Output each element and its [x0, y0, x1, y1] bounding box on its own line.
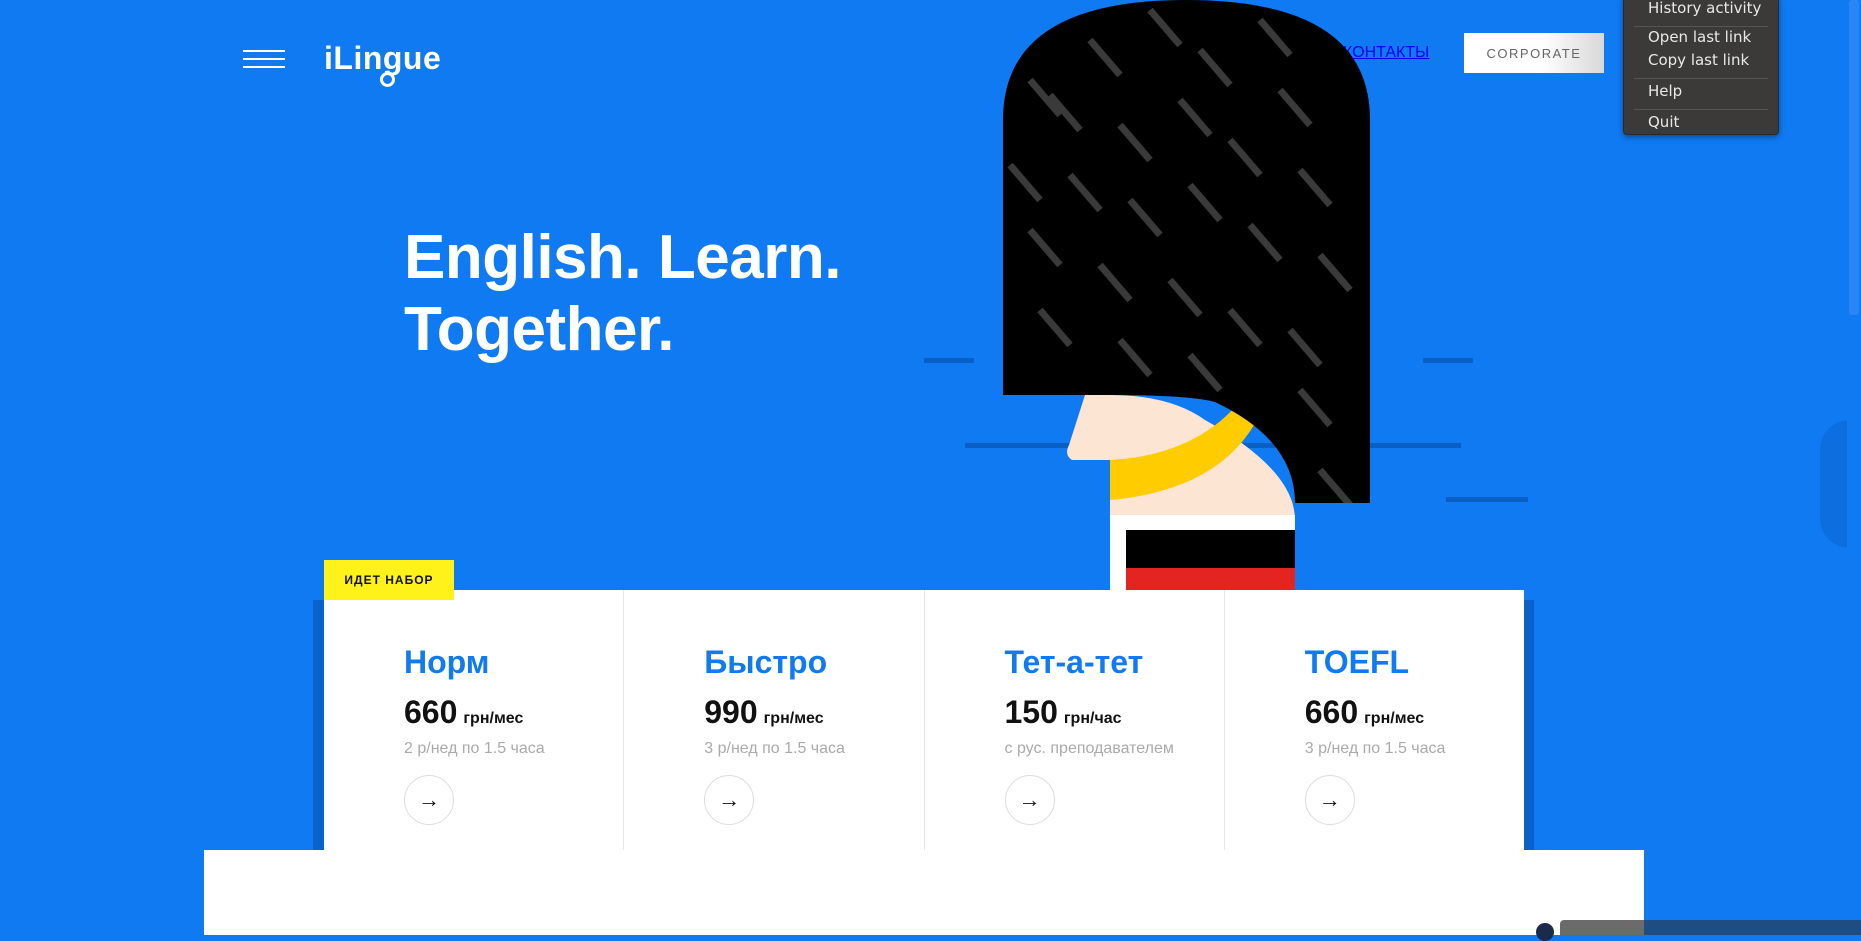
- plan-card-norm[interactable]: Норм 660 грн/мес 2 р/нед по 1.5 часа →: [324, 590, 625, 850]
- nav-take-test[interactable]: ПРОЙТИ ТЕСТ: [1093, 44, 1206, 62]
- page-scrollbar[interactable]: [1847, 0, 1861, 935]
- arrow-right-icon[interactable]: →: [1304, 775, 1355, 825]
- logo-ring-icon: [380, 72, 395, 87]
- plan-desc: 3 р/нед по 1.5 часа: [1304, 740, 1446, 757]
- menu-separator: [1634, 26, 1768, 27]
- menu-item-copy-last-link[interactable]: Copy last link: [1648, 51, 1749, 69]
- plan-desc: 3 р/нед по 1.5 часа: [704, 740, 845, 757]
- plan-card-tete-a-tete[interactable]: Тет-а-тет 150 грн/час с рус. преподавател…: [925, 590, 1225, 850]
- tray-context-menu: History activity Open last link Copy las…: [1623, 0, 1779, 135]
- scrollbar-thumb[interactable]: [1849, 0, 1859, 315]
- plan-price: 660 грн/мес: [1304, 694, 1425, 730]
- right-decor: [1820, 420, 1850, 548]
- chat-widget[interactable]: [1536, 920, 1861, 941]
- content-panel: [204, 850, 1644, 935]
- arrow-right-icon[interactable]: →: [704, 775, 755, 825]
- menu-separator: [1634, 109, 1768, 110]
- plan-desc: с рус. преподавателем: [1004, 740, 1174, 757]
- menu-item-open-last-link[interactable]: Open last link: [1648, 28, 1751, 46]
- hero-headline: English. Learn. Together.: [404, 222, 841, 366]
- hero-line-2: Together.: [404, 295, 674, 364]
- logo[interactable]: iLingue: [324, 40, 442, 87]
- enrollment-badge: ИДЕТ НАБОР: [324, 560, 454, 600]
- chat-avatar-icon: [1536, 923, 1554, 941]
- plan-desc: 2 р/нед по 1.5 часа: [404, 740, 545, 757]
- plan-card-toefl[interactable]: TOEFL 660 грн/мес 3 р/нед по 1.5 часа →: [1225, 590, 1524, 850]
- plan-title: Быстро: [704, 644, 828, 680]
- menu-item-history-activity[interactable]: History activity: [1648, 0, 1761, 17]
- nav-contacts[interactable]: КОНТАКТЫ: [1343, 44, 1429, 62]
- menu-hamburger-icon[interactable]: [243, 50, 285, 70]
- plan-price: 660 грн/мес: [404, 694, 524, 730]
- guard-illustration: [924, 0, 1528, 600]
- plan-card-fast[interactable]: Быстро 990 грн/мес 3 р/нед по 1.5 часа →: [624, 590, 925, 850]
- menu-item-quit[interactable]: Quit: [1648, 113, 1679, 131]
- plan-title: TOEFL: [1304, 644, 1410, 680]
- plan-title: Тет-а-тет: [1004, 644, 1144, 680]
- pricing-cards: Норм 660 грн/мес 2 р/нед по 1.5 часа → Бы…: [324, 590, 1524, 850]
- plan-title: Норм: [404, 644, 490, 680]
- nav-about-school[interactable]: О ШКОЛЕ: [1234, 44, 1308, 62]
- corporate-button[interactable]: CORPORATE: [1464, 33, 1604, 73]
- menu-separator: [1634, 78, 1768, 79]
- arrow-right-icon[interactable]: →: [404, 775, 454, 825]
- hero-line-1: English. Learn.: [404, 223, 841, 292]
- plan-price: 150 грн/час: [1004, 694, 1122, 730]
- plan-price: 990 грн/мес: [704, 694, 824, 730]
- logo-text: iLingue: [324, 40, 442, 76]
- menu-item-help[interactable]: Help: [1648, 82, 1682, 100]
- chat-bar[interactable]: [1644, 920, 1861, 935]
- arrow-right-icon[interactable]: →: [1004, 775, 1055, 825]
